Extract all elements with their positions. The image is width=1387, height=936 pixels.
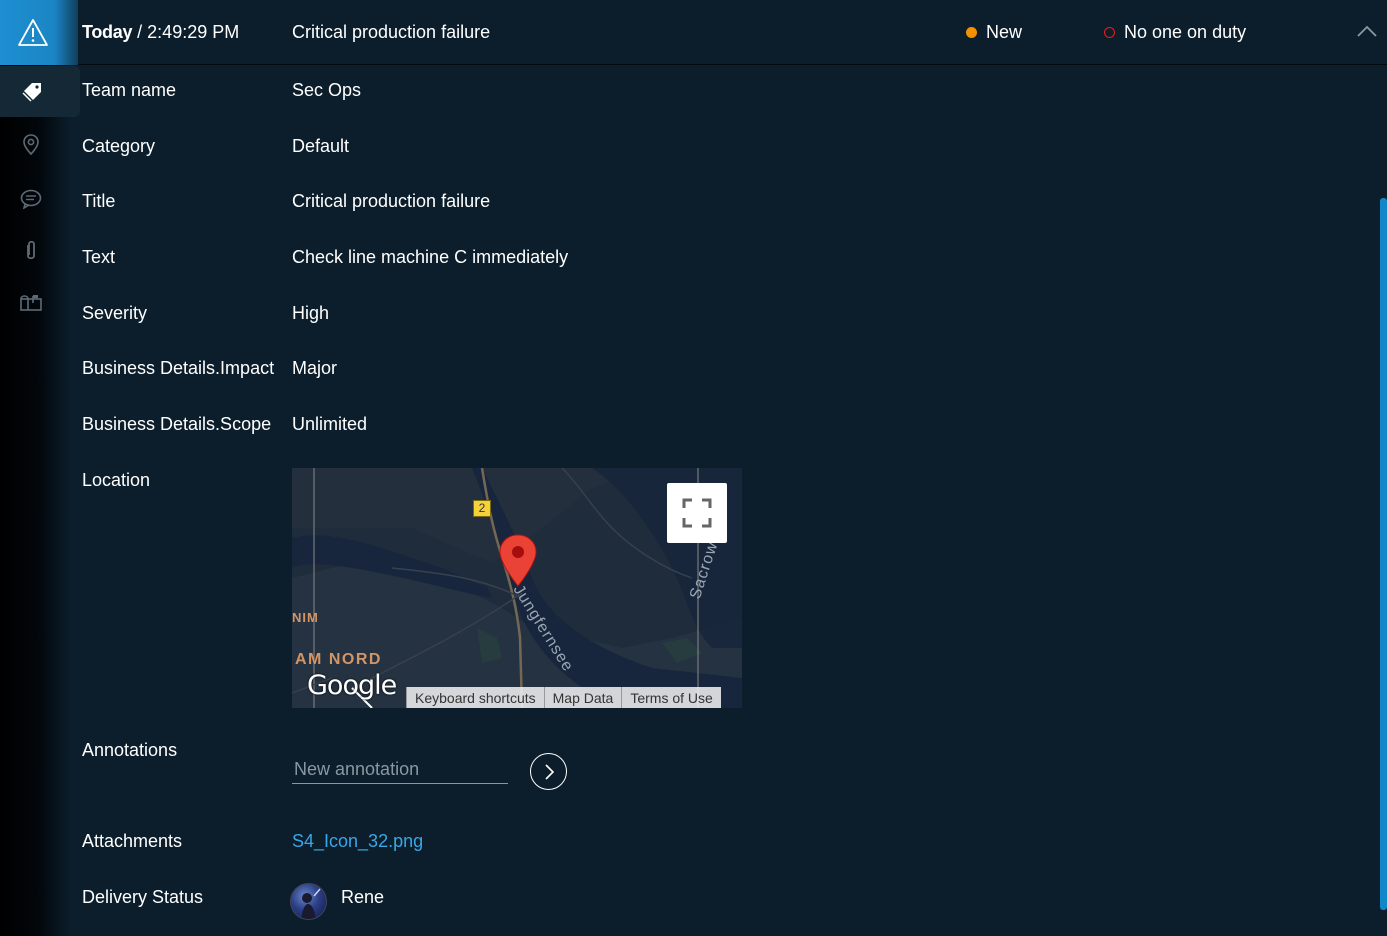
location-pin-icon [23,134,39,156]
duty-badge: No one on duty [1104,22,1246,43]
avatar [290,883,327,920]
map-label: NIM [292,610,319,625]
detail-label: Business Details.Scope [82,414,272,434]
route-shield: 2 [473,500,491,517]
status-badge: New [966,22,1022,43]
scrollbar-thumb[interactable] [1380,198,1387,910]
alert-day: Today [82,22,133,42]
attachments-label: Attachments [82,831,183,851]
map-keyboard-shortcuts-link[interactable]: Keyboard shortcuts [406,687,544,708]
location-map[interactable]: 2 NIM AM NORD Jungfernsee Sacrow Google … [292,468,742,708]
sidebar [0,0,80,936]
sidebar-item-attachments[interactable] [0,238,70,264]
sidebar-item-chat[interactable] [0,186,70,212]
map-fullscreen-button[interactable] [667,483,727,543]
delivery-user-name: Rene [341,887,385,907]
detail-value: Check line machine C immediately [292,247,569,267]
scrollbar[interactable] [1378,66,1387,936]
alert-header[interactable]: Today / 2:49:29 PM Critical production f… [0,0,1387,65]
mailbox-icon [20,295,42,311]
paperclip-icon [27,240,35,260]
sidebar-item-alert[interactable] [0,0,78,65]
sidebar-item-details[interactable] [0,66,80,117]
location-pin-marker[interactable] [499,534,537,593]
attachment-link[interactable]: S4_Icon_32.png [292,831,423,852]
detail-label: Business Details.Impact [82,358,275,378]
sidebar-item-delivery[interactable] [0,290,70,316]
annotations-label: Annotations [82,740,178,760]
detail-value: Critical production failure [292,191,491,211]
map-pin-icon [499,534,537,587]
map-terms-link[interactable]: Terms of Use [621,687,721,708]
map-footer: Keyboard shortcuts Map Data Terms of Use [406,687,721,708]
detail-value: Unlimited [292,414,368,434]
alert-time: / 2:49:29 PM [132,22,240,42]
status-dot-icon [966,27,977,38]
google-logo: Google [307,670,397,701]
duty-label: No one on duty [1124,22,1247,42]
warning-triangle-icon [18,18,48,46]
map-data-link[interactable]: Map Data [543,687,622,708]
collapse-button[interactable] [1357,24,1377,42]
chevron-up-icon [1357,25,1377,37]
map-label: AM NORD [295,651,382,668]
detail-label: Category [82,136,156,156]
detail-value: Default [292,136,350,156]
alert-timestamp: Today / 2:49:29 PM [82,22,239,43]
chevron-right-icon [544,763,554,780]
alert-title: Critical production failure [292,22,491,42]
detail-label: Text [82,247,116,267]
detail-label: Team name [82,80,177,100]
location-label: Location [82,470,151,490]
fullscreen-icon [682,498,712,528]
delivery-label: Delivery Status [82,887,204,907]
chat-icon [20,189,42,209]
annotation-input[interactable] [292,756,508,784]
detail-label: Severity [82,303,148,323]
annotation-send-button[interactable] [530,753,567,790]
duty-dot-icon [1104,27,1115,38]
detail-value: Major [292,358,338,378]
sidebar-item-location[interactable] [0,132,70,158]
tag-icon [22,82,41,102]
detail-label: Title [82,191,116,211]
status-label: New [986,22,1023,42]
avatar-image [301,888,321,919]
detail-value: Sec Ops [292,80,362,100]
detail-value: High [292,303,330,323]
